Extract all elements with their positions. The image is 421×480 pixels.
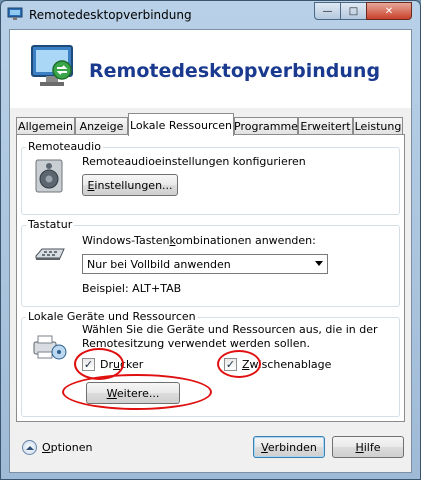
lokale-geraete-description-line1: Wählen Sie die Geräte und Ressourcen aus… xyxy=(82,323,378,336)
tastatur-description: Windows-Tastenkombinationen anwenden: xyxy=(82,234,316,247)
group-remoteaudio: Remoteaudio Remoteaudioeinstellungen kon… xyxy=(21,140,400,215)
minimize-icon: — xyxy=(322,5,333,17)
tab-leistung[interactable]: Leistung xyxy=(353,117,403,135)
tab-allgemein[interactable]: Allgemein xyxy=(16,117,75,135)
keyboard-combination-value: Nur bei Vollbild anwenden xyxy=(87,257,231,271)
title-bar[interactable]: Remotedesktopverbindung — □ ✕ xyxy=(1,1,420,29)
maximize-button[interactable]: □ xyxy=(340,2,367,20)
audio-settings-button[interactable]: Einstellungen... xyxy=(82,174,178,196)
help-button[interactable]: Hilfe xyxy=(332,436,404,458)
tastatur-example: Beispiel: ALT+TAB xyxy=(82,282,182,295)
lokale-geraete-description-line2: Remotesitzung verwendet werden sollen. xyxy=(82,337,310,350)
printer-checkbox-label[interactable]: Drucker xyxy=(100,358,143,371)
tab-panel-lokale-ressourcen: Remoteaudio Remoteaudioeinstellungen kon… xyxy=(16,134,405,422)
maximize-icon: □ xyxy=(348,5,359,17)
tab-erweitert[interactable]: Erweitert xyxy=(298,117,353,135)
window-title: Remotedesktopverbindung xyxy=(29,8,192,22)
tab-programme[interactable]: Programme xyxy=(234,117,298,135)
banner-title: Remotedesktopverbindung xyxy=(89,60,381,82)
minimize-button[interactable]: — xyxy=(314,2,341,20)
printer-checkbox[interactable]: ✓ xyxy=(82,358,95,371)
check-icon: ✓ xyxy=(225,358,236,371)
clipboard-checkbox[interactable]: ✓ xyxy=(224,358,237,371)
dialog-body: Allgemein Anzeige Lokale Ressourcen Prog… xyxy=(10,108,411,472)
remote-desktop-app-icon xyxy=(7,7,23,20)
connect-button-label: Verbinden xyxy=(261,440,317,454)
banner: Remotedesktopverbindung xyxy=(10,30,411,108)
check-icon: ✓ xyxy=(83,358,94,371)
keyboard-combination-select[interactable]: Nur bei Vollbild anwenden xyxy=(82,254,328,274)
speaker-icon xyxy=(35,159,63,193)
connect-button[interactable]: Verbinden xyxy=(253,436,325,458)
more-devices-label: Weitere... xyxy=(106,386,160,400)
clipboard-checkbox-label[interactable]: Zwischenablage xyxy=(242,358,331,371)
group-lokale-geraete: Lokale Geräte und Ressourcen Wählen Sie … xyxy=(21,310,400,417)
close-icon: ✕ xyxy=(384,5,394,17)
audio-settings-label: Einstellungen... xyxy=(87,178,173,192)
printer-devices-icon xyxy=(33,335,67,360)
tab-lokale-ressourcen[interactable]: Lokale Ressourcen xyxy=(128,113,234,136)
close-button[interactable]: ✕ xyxy=(366,2,412,20)
client-area: Remotedesktopverbindung Allgemein Anzeig… xyxy=(9,29,412,473)
dialog-footer: Optionen Verbinden Hilfe xyxy=(10,422,411,472)
keyboard-icon xyxy=(35,248,65,260)
group-label-remoteaudio: Remoteaudio xyxy=(26,140,103,153)
tab-anzeige[interactable]: Anzeige xyxy=(75,117,128,135)
options-toggle-icon[interactable] xyxy=(22,440,37,455)
rdp-window: Remotedesktopverbindung — □ ✕ Remotedesk… xyxy=(0,0,421,480)
group-label-tastatur: Tastatur xyxy=(26,218,75,231)
more-devices-button[interactable]: Weitere... xyxy=(86,382,180,404)
chevron-down-icon xyxy=(315,261,323,266)
options-link[interactable]: Optionen xyxy=(42,441,92,454)
group-tastatur: Tastatur Windows-Tastenkombinationen anw… xyxy=(21,218,400,307)
group-label-lokale-geraete: Lokale Geräte und Ressourcen xyxy=(26,310,198,323)
help-button-label: Hilfe xyxy=(355,440,381,454)
remoteaudio-description: Remoteaudioeinstellungen konfigurieren xyxy=(82,155,306,168)
remote-desktop-monitor-icon xyxy=(31,45,73,86)
